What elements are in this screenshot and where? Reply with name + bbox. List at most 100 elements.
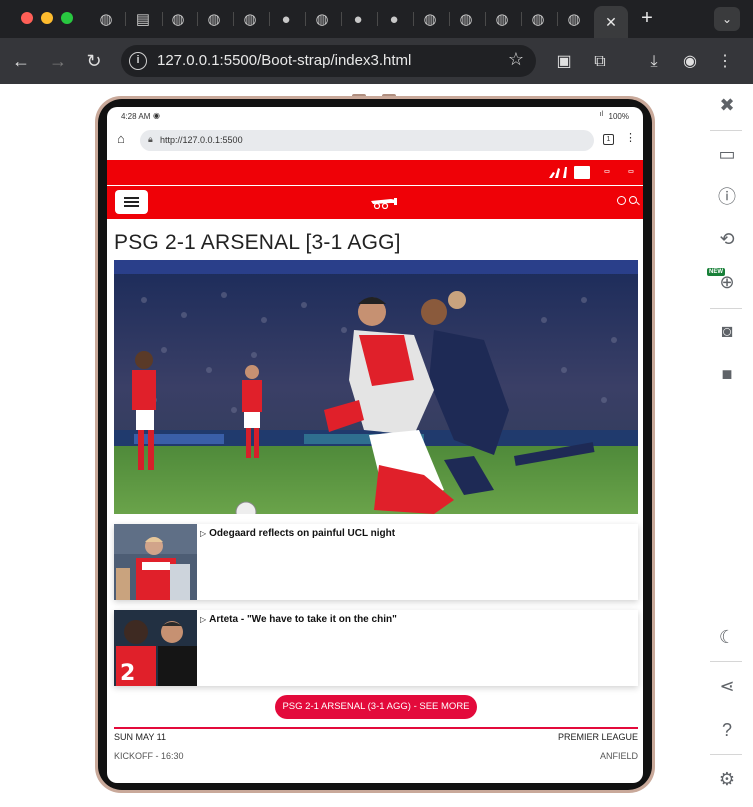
globe-icon: ◍ <box>567 11 581 28</box>
github-icon: ● <box>389 10 399 28</box>
tab-globe-7[interactable]: ◍ <box>449 6 483 32</box>
dark-mode-moon-icon[interactable]: ☾ <box>716 626 738 648</box>
tab-globe-1[interactable]: ◍ <box>89 6 123 32</box>
tab-github-2[interactable]: ● <box>341 6 375 32</box>
emirates-logo[interactable] <box>574 166 590 179</box>
tab-globe-5[interactable]: ◍ <box>305 6 339 32</box>
device-toolbar-panel: ✖ ▭ ⓘ ⟲ NEW ⊕ ◙ ■ ☾ ⋖ ? ⚙ <box>700 84 753 807</box>
tab-github-3[interactable]: ● <box>377 6 411 32</box>
share-icon[interactable]: ⋖ <box>716 675 738 697</box>
home-icon[interactable]: ⌂ <box>117 131 125 146</box>
video-camera-icon[interactable]: ■ <box>716 363 738 385</box>
download-icon[interactable]: ⤓ <box>643 51 665 73</box>
mobile-url-bar: ⌂ 🔒︎ http://127.0.0.1:5500 1 ⋮ <box>107 125 643 155</box>
extensions-puzzle-icon[interactable]: ⧉ <box>589 51 611 73</box>
address-bar[interactable]: i 127.0.0.1:5500/Boot-strap/index3.html … <box>121 45 536 77</box>
arsenal-cannon-logo[interactable] <box>369 195 399 209</box>
tab-doc[interactable]: ▤ <box>126 6 160 32</box>
article-title[interactable]: ▷ Arteta - "We have to take it on the chi… <box>200 614 397 625</box>
battery-level: 100% <box>608 112 629 121</box>
profile-icon[interactable]: ◉ <box>679 51 701 73</box>
play-triangle-icon: ▷ <box>200 615 207 624</box>
visit-rwanda-logo[interactable]: ▭ <box>621 166 641 178</box>
globe-icon: ◍ <box>459 11 473 28</box>
settings-gear-icon[interactable]: ⚙ <box>716 768 738 790</box>
help-circle-icon[interactable]: ? <box>716 719 738 741</box>
reload-button[interactable]: ↻ <box>81 48 107 74</box>
globe-icon: ◍ <box>495 11 509 28</box>
close-window-button[interactable] <box>21 12 33 24</box>
device-frame: 4:28 AM ◉ 100% ıl ⌂ 🔒︎ http://127.0.0.1:… <box>95 96 655 793</box>
browser-toolbar: ← → ↻ i 127.0.0.1:5500/Boot-strap/index3… <box>0 38 753 84</box>
new-tab-button[interactable]: + <box>636 6 658 32</box>
back-button[interactable]: ← <box>8 48 34 74</box>
tab-globe-3[interactable]: ◍ <box>197 6 231 32</box>
document-icon: ▤ <box>135 11 151 28</box>
globe-icon: ◍ <box>99 11 113 28</box>
site-info-icon[interactable]: i <box>129 52 147 70</box>
tab-active[interactable]: ✕ <box>594 6 628 38</box>
svg-text:2: 2 <box>120 661 135 686</box>
notification-icon: ◉ <box>153 111 160 120</box>
site-main-nav <box>107 186 643 219</box>
tab-github-1[interactable]: ● <box>269 6 303 32</box>
tab-search-button[interactable]: ⌄ <box>714 7 740 31</box>
camera-icon[interactable]: ◙ <box>716 320 738 342</box>
device-screen: 4:28 AM ◉ 100% ıl ⌂ 🔒︎ http://127.0.0.1:… <box>107 107 643 783</box>
reload-icon: ↻ <box>86 51 102 71</box>
browser-tab-bar: ◍ ▤ ◍ ◍ ◍ ● ◍ ● ● ◍ ◍ ◍ ◍ ◍ ✕ + ⌄ <box>0 0 753 38</box>
globe-icon: ◍ <box>531 11 545 28</box>
mobile-address-bar[interactable]: 🔒︎ http://127.0.0.1:5500 <box>140 130 594 151</box>
rotate-icon[interactable]: ⟲ <box>716 228 738 250</box>
github-icon: ● <box>281 10 291 28</box>
devices-icon[interactable]: ▭ <box>716 143 738 165</box>
fixture-venue: ANFIELD <box>599 751 638 761</box>
article-thumbnail[interactable] <box>114 524 197 600</box>
github-icon: ● <box>353 10 363 28</box>
see-more-button[interactable]: PSG 2-1 ARSENAL (3-1 AGG) - SEE MORE <box>275 695 477 719</box>
user-account-icon[interactable] <box>617 196 626 205</box>
status-bar: 4:28 AM ◉ 100% ıl <box>107 107 643 125</box>
status-time: 4:28 AM <box>121 112 151 121</box>
info-circle-icon[interactable]: ⓘ <box>716 186 738 208</box>
tab-globe-10[interactable]: ◍ <box>557 6 591 32</box>
adidas-logo[interactable] <box>548 167 568 178</box>
search-icon[interactable] <box>629 196 637 204</box>
bookmark-star-icon[interactable]: ☆ <box>508 49 524 70</box>
close-icon[interactable]: ✕ <box>605 14 617 31</box>
article-card[interactable]: ▷ Odegaard reflects on painful UCL night <box>114 524 638 600</box>
article-title[interactable]: ▷ Odegaard reflects on painful UCL night <box>200 528 395 539</box>
sponsor-strip: ▭ ▭ <box>107 160 643 185</box>
article-thumbnail[interactable]: 2 <box>114 610 197 686</box>
hamburger-menu-button[interactable] <box>115 190 148 214</box>
tab-globe-4[interactable]: ◍ <box>233 6 267 32</box>
tab-globe-6[interactable]: ◍ <box>413 6 447 32</box>
fixture-date: SUN MAY 11 <box>114 732 167 742</box>
fixture-divider <box>114 727 638 729</box>
extension-x-icon[interactable]: ▣ <box>553 51 575 73</box>
address-bar-url[interactable]: 127.0.0.1:5500/Boot-strap/index3.html <box>157 52 411 69</box>
mobile-url-text[interactable]: http://127.0.0.1:5500 <box>160 135 243 145</box>
lock-icon: 🔒︎ <box>148 134 153 144</box>
globe-icon: ◍ <box>243 11 257 28</box>
zoom-in-icon[interactable]: ⊕ <box>716 271 738 293</box>
mobile-more-icon[interactable]: ⋮ <box>625 131 636 144</box>
signal-icon: ıl <box>599 111 604 118</box>
tab-globe-2[interactable]: ◍ <box>161 6 195 32</box>
forward-button[interactable]: → <box>45 48 71 74</box>
kebab-menu-icon[interactable]: ⋮ <box>714 51 736 73</box>
play-triangle-icon: ▷ <box>200 529 207 538</box>
sobha-logo[interactable]: ▭ <box>595 166 619 178</box>
arrow-right-icon: → <box>49 51 67 71</box>
close-circle-icon[interactable]: ✖ <box>716 94 738 116</box>
mobile-tab-count[interactable]: 1 <box>603 134 614 145</box>
minimize-window-button[interactable] <box>41 12 53 24</box>
globe-icon: ◍ <box>315 11 329 28</box>
hero-match-photo[interactable] <box>114 260 638 514</box>
page-headline: PSG 2-1 ARSENAL [3-1 AGG] <box>114 231 401 254</box>
tab-globe-9[interactable]: ◍ <box>521 6 555 32</box>
tab-globe-8[interactable]: ◍ <box>485 6 519 32</box>
maximize-window-button[interactable] <box>61 12 73 24</box>
fixture-kickoff: KICKOFF - 16:30 <box>114 751 184 761</box>
article-card[interactable]: 2 ▷ Arteta - "We have to take it on the c… <box>114 610 638 686</box>
